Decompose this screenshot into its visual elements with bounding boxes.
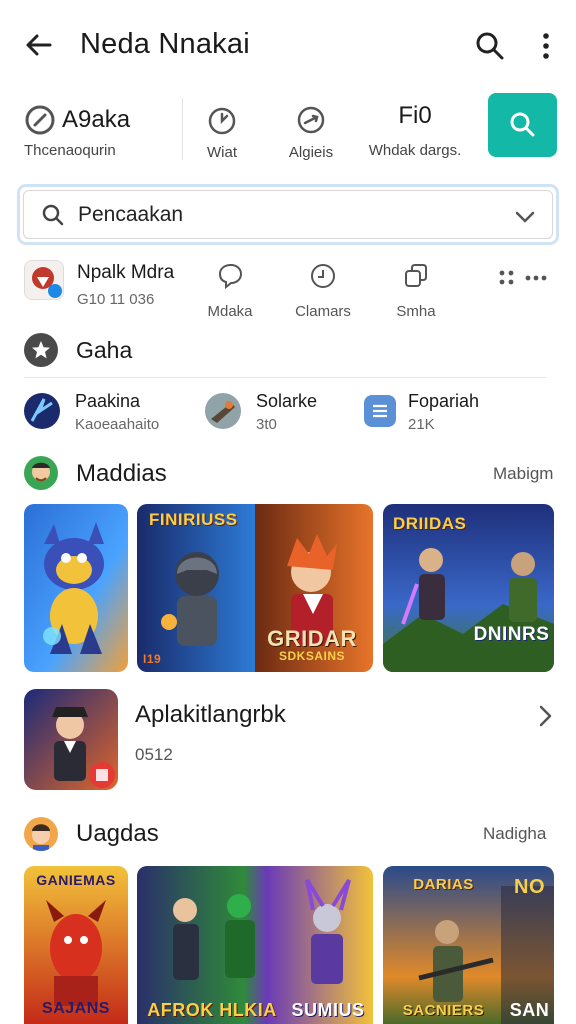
list-item-sub: 3t0 bbox=[256, 416, 277, 433]
search-input-value: Pencaakan bbox=[78, 202, 184, 226]
game-card[interactable]: GANIEMAS SAJANS bbox=[24, 866, 128, 1024]
avatar bbox=[205, 393, 241, 429]
filter-sub: Algieis bbox=[288, 144, 334, 161]
app-logo-icon bbox=[25, 261, 63, 299]
avatar bbox=[24, 456, 58, 490]
section-more-link[interactable]: Nadigha bbox=[483, 824, 546, 844]
top-app-bar: Neda Nnakai bbox=[0, 0, 576, 90]
filter-sub: Wiat bbox=[207, 144, 237, 161]
back-arrow-icon[interactable] bbox=[22, 28, 56, 62]
filter-sub: Thcenaoqurin bbox=[24, 142, 116, 159]
game-card[interactable]: DRIIDAS DNINRS bbox=[383, 504, 554, 672]
card-title: DNINRS bbox=[473, 624, 550, 645]
list-item-name: Paakina bbox=[75, 391, 141, 411]
featured-app-icon[interactable] bbox=[24, 689, 118, 790]
card-title: FINIRIUSS bbox=[149, 510, 238, 529]
search-icon bbox=[510, 112, 534, 137]
filter-title: A9aka bbox=[62, 106, 131, 133]
list-item-name: Solarke bbox=[256, 391, 318, 411]
filter-sub: Whdak dargs. bbox=[368, 142, 462, 159]
filter-title: Fi0 bbox=[398, 102, 432, 129]
card-title: NO bbox=[514, 876, 545, 898]
featured-app-art bbox=[24, 689, 118, 790]
card-subtitle: SDKSAINS bbox=[278, 649, 345, 663]
search-icon bbox=[42, 204, 64, 225]
card-title: SUMIUS bbox=[291, 1000, 365, 1020]
card-title: SACNIERS bbox=[402, 1002, 485, 1019]
app-id: G10 11 036 bbox=[77, 291, 155, 308]
clock-icon bbox=[208, 107, 236, 135]
action-share[interactable]: Smha bbox=[390, 262, 442, 320]
divider bbox=[182, 98, 183, 160]
chevron-down-icon[interactable] bbox=[512, 204, 538, 230]
action-timer[interactable]: Clamars bbox=[292, 262, 354, 320]
card-title: SAN bbox=[509, 1000, 550, 1020]
search-button[interactable] bbox=[488, 93, 557, 157]
chevron-right-icon[interactable] bbox=[536, 704, 556, 728]
action-label: Mdaka bbox=[207, 303, 253, 320]
gauge-icon bbox=[297, 106, 325, 134]
more-vert-icon[interactable] bbox=[532, 28, 560, 64]
star-glyph bbox=[32, 341, 50, 359]
filter-time[interactable]: Wiat bbox=[194, 92, 250, 166]
card-title: GANIEMAS bbox=[36, 872, 116, 888]
list-item-sub: 21K bbox=[408, 416, 435, 433]
search-input-inner[interactable]: Pencaakan bbox=[23, 190, 553, 239]
divider bbox=[24, 377, 546, 378]
section-more-link[interactable]: Mabigm bbox=[493, 464, 553, 484]
featured-app-title[interactable]: Aplakitlangrbk bbox=[135, 701, 286, 729]
app-logo[interactable] bbox=[24, 260, 64, 300]
section-title: Maddias bbox=[76, 460, 167, 487]
list-item[interactable]: Solarke 3t0 bbox=[205, 391, 335, 437]
category-title: Gaha bbox=[76, 337, 133, 363]
more-actions-button[interactable] bbox=[496, 266, 552, 290]
action-label: Clamars bbox=[295, 303, 351, 320]
card-title: DARIAS bbox=[413, 876, 474, 893]
action-chat[interactable]: Mdaka bbox=[200, 262, 260, 320]
game-card-art bbox=[24, 504, 128, 672]
list-item[interactable]: Paakina Kaoeaahaito bbox=[24, 391, 194, 437]
filter-sort[interactable]: A9aka Thcenaoqurin bbox=[24, 92, 174, 166]
list-item[interactable]: Fopariah 21K bbox=[364, 391, 504, 437]
page-title: Neda Nnakai bbox=[80, 28, 250, 60]
list-item-sub: Kaoeaahaito bbox=[75, 416, 160, 433]
game-card[interactable]: AFROK HLKIA SUMIUS bbox=[137, 866, 373, 1024]
game-card[interactable]: DARIAS SACNIERS NO SAN bbox=[383, 866, 554, 1024]
filter-speed[interactable]: Algieis bbox=[276, 92, 346, 166]
game-card[interactable] bbox=[24, 504, 128, 672]
avatar bbox=[24, 393, 60, 429]
timer-icon bbox=[311, 264, 335, 288]
list-item-name: Fopariah bbox=[408, 391, 480, 411]
compass-icon bbox=[25, 105, 55, 135]
action-label: Smha bbox=[396, 303, 436, 320]
search-input[interactable]: Pencaakan bbox=[17, 184, 559, 245]
app-name: Npalk Mdra bbox=[77, 262, 175, 283]
section-title: Uagdas bbox=[76, 820, 159, 847]
card-title: SAJANS bbox=[42, 1000, 110, 1017]
avatar bbox=[24, 817, 58, 851]
featured-app-sub: 0512 bbox=[135, 745, 173, 764]
game-card[interactable]: FINIRIUSS GRIDAR SDKSAINS I19 bbox=[137, 504, 373, 672]
filter-file[interactable]: Fi0 Whdak dargs. bbox=[356, 92, 474, 166]
more-horizontal-icon bbox=[499, 270, 547, 285]
star-icon bbox=[24, 333, 58, 367]
document-icon bbox=[364, 395, 396, 427]
card-badge: I19 bbox=[143, 652, 162, 666]
chat-bubble-icon bbox=[218, 263, 243, 290]
card-title: DRIIDAS bbox=[393, 514, 467, 533]
search-icon[interactable] bbox=[472, 28, 508, 64]
copy-icon bbox=[405, 264, 427, 287]
card-title: AFROK HLKIA bbox=[147, 1000, 277, 1020]
